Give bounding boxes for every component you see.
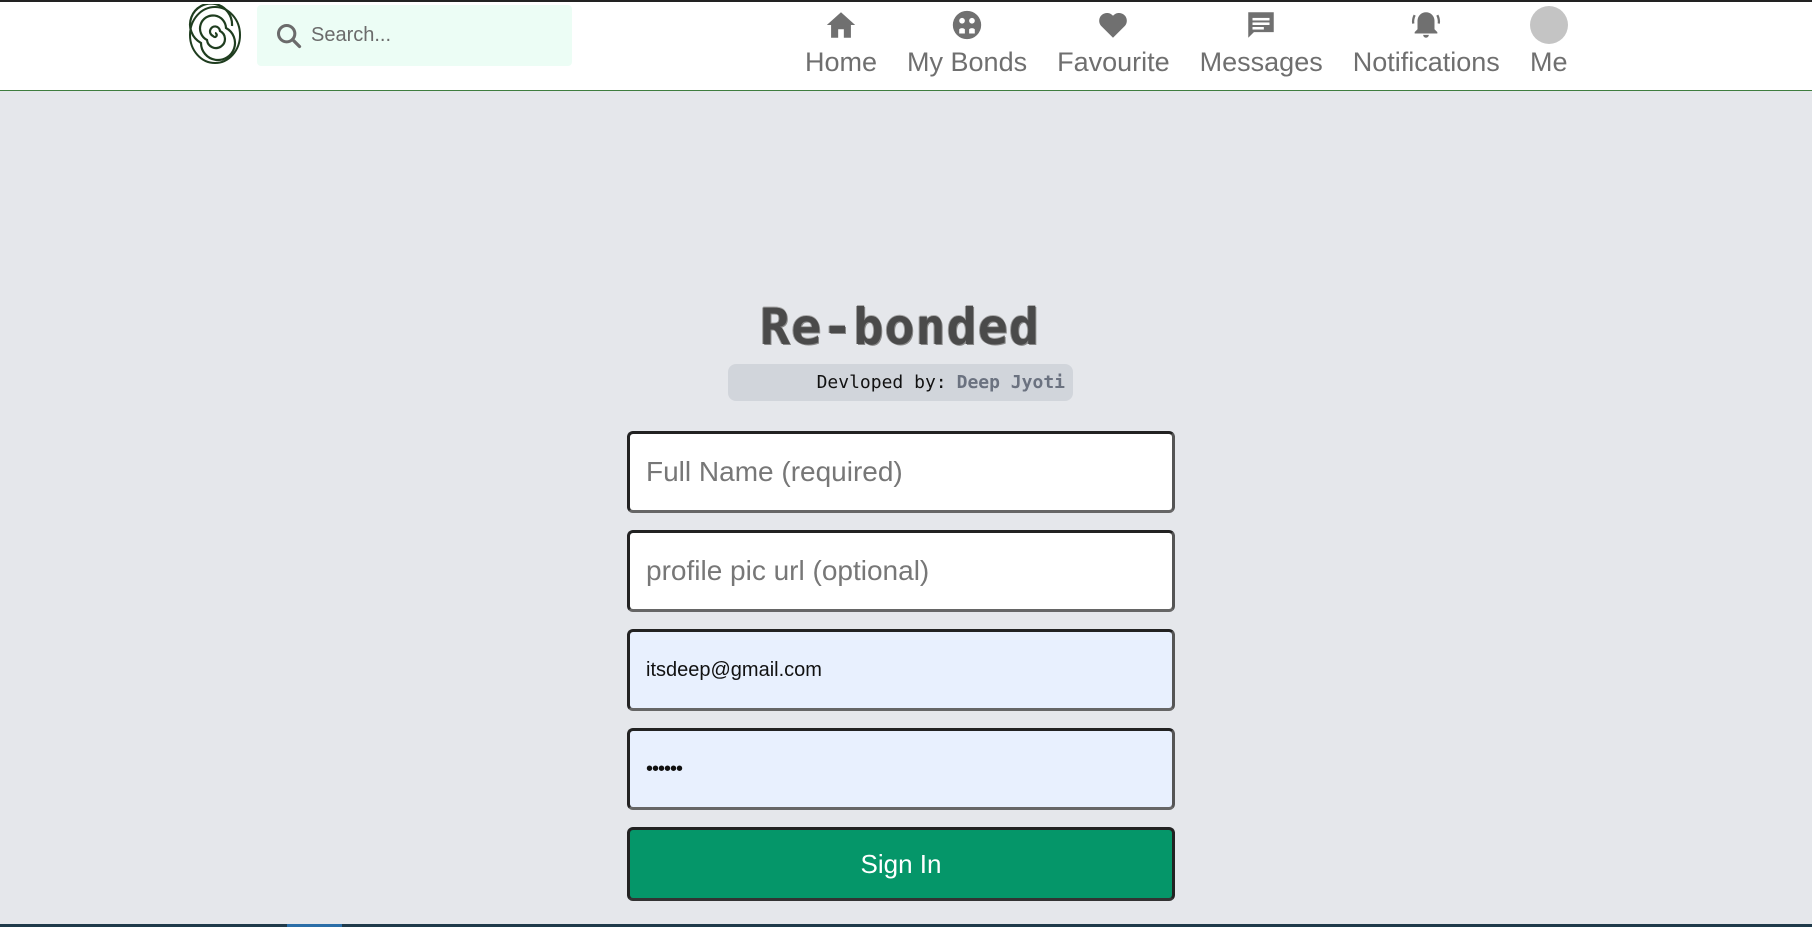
nav-messages[interactable]: Messages — [1185, 4, 1338, 79]
nav-me-label: Me — [1530, 47, 1568, 77]
heart-icon — [1099, 12, 1128, 38]
nav-favourite-label: Favourite — [1057, 47, 1170, 77]
nav-home[interactable]: Home — [790, 4, 892, 79]
home-icon — [826, 12, 856, 38]
developer-credit-label: Devloped by: — [816, 372, 947, 393]
bonds-icon — [952, 10, 982, 40]
nav-favourite[interactable]: Favourite — [1042, 4, 1185, 79]
password-field-box[interactable] — [627, 728, 1175, 810]
full-name-input[interactable] — [646, 456, 1172, 488]
brand-title: Re-bonded — [760, 298, 1040, 356]
developer-credit: Devloped by: Deep Jyoti — [728, 364, 1073, 401]
nav-my-bonds[interactable]: My Bonds — [892, 4, 1042, 79]
nav-notifications[interactable]: Notifications — [1338, 4, 1515, 79]
avatar — [1529, 6, 1568, 44]
nav-my-bonds-label: My Bonds — [907, 47, 1028, 77]
search-bar[interactable] — [257, 5, 572, 66]
sign-in-button[interactable]: Sign In — [627, 827, 1175, 901]
message-icon — [1248, 12, 1274, 38]
top-navbar: Home My Bonds Favourite — [0, 2, 1812, 91]
profile-pic-field-box[interactable] — [627, 530, 1175, 612]
email-input[interactable] — [646, 658, 1172, 682]
app-logo[interactable] — [188, 2, 243, 64]
profile-pic-url-input[interactable] — [646, 555, 1172, 587]
search-input[interactable] — [311, 24, 561, 47]
nav-notifications-label: Notifications — [1352, 47, 1500, 77]
password-input[interactable] — [646, 757, 1172, 781]
developer-name: Deep Jyoti — [956, 372, 1065, 393]
bell-icon — [1412, 12, 1441, 38]
email-field-box[interactable] — [627, 629, 1175, 711]
search-icon — [276, 23, 302, 48]
nav-home-label: Home — [805, 47, 878, 77]
full-name-field-box[interactable] — [627, 431, 1175, 513]
spiral-logo-icon — [188, 2, 241, 64]
nav-messages-label: Messages — [1199, 47, 1323, 77]
main-nav: Home My Bonds Favourite Messages Notific… — [790, 4, 1583, 90]
nav-me[interactable]: Me — [1515, 4, 1583, 79]
